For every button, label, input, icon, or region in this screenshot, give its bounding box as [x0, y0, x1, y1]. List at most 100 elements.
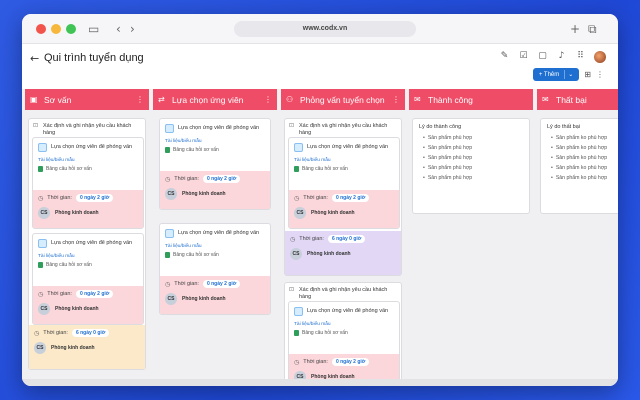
new-tab-icon[interactable]: + [570, 21, 580, 37]
document-item[interactable]: Bảng câu hỏi sơ vấn [289, 327, 399, 336]
card-title[interactable]: Lựa chọn ứng viên để phỏng vấn [307, 308, 388, 314]
reason-item[interactable]: • Sản phẩm ko phù hợp [551, 135, 618, 141]
add-dropdown-icon[interactable]: ⌄ [568, 71, 573, 78]
task-card[interactable]: Lựa chọn ứng viên để phỏng vấn Tài liệu/b… [288, 301, 400, 386]
bullet-icon: • [423, 135, 425, 141]
owner-name: Phòng kinh doanh [182, 191, 226, 197]
document-item[interactable]: Bảng câu hỏi sơ vấn [160, 249, 270, 258]
documents-link[interactable]: Tài liệu/biểu mẫu [160, 137, 270, 144]
url-bar[interactable]: www.codx.vn [234, 21, 416, 37]
time-row: ◷ Thời gian: 0 ngày 2 giờ [165, 175, 265, 183]
board-column: ▣ Sơ vấn ⋮ ⊡ Xác định và ghi nhận yêu cầu kh… [25, 89, 149, 379]
fail-reasons-box: Lý do thất bại • Sản phẩm ko phù hợp • Sản p… [540, 118, 618, 214]
card-footer: ◷ Thời gian: 0 ngày 2 giờ CS Phòng kinh doan… [289, 190, 399, 228]
reason-item[interactable]: • Sản phẩm ko phù hợp [551, 155, 618, 161]
reason-item[interactable]: • Sản phẩm phù hợp [423, 145, 523, 151]
reason-item[interactable]: • Sản phẩm phù hợp [423, 165, 523, 171]
back-arrow-icon[interactable]: ← [30, 52, 39, 65]
back-nav-icon[interactable]: ‹ [116, 21, 121, 37]
owner-avatar[interactable]: CS [165, 293, 177, 305]
task-group[interactable]: ⊡ Xác định và ghi nhận yêu cầu khách hàng… [284, 118, 402, 276]
column-title: Thành công [428, 94, 473, 105]
forward-nav-icon[interactable]: › [130, 21, 135, 37]
time-badge: 6 ngày 0 giờ [71, 329, 110, 337]
column-more-icon[interactable]: ⋮ [264, 95, 272, 104]
card-title[interactable]: Lựa chọn ứng viên để phỏng vấn [51, 144, 132, 150]
chat-icon[interactable]: ▢ [537, 51, 548, 63]
maximize-window-dot[interactable] [66, 24, 76, 34]
owner-row: CS Phòng kinh doanh [38, 207, 138, 219]
apps-grid-icon[interactable]: ⠿ [575, 51, 586, 63]
document-item[interactable]: Bảng câu hỏi sơ vấn [289, 163, 399, 172]
reason-text: Sản phẩm phù hợp [427, 145, 473, 151]
owner-name: Phòng kinh doanh [51, 345, 95, 351]
owner-avatar[interactable]: CS [165, 188, 177, 200]
board-column: ✉ Thất bại Lý do thất bại • Sản phẩm ko phù … [537, 89, 618, 379]
reason-item[interactable]: • Sản phẩm phù hợp [423, 135, 523, 141]
task-group[interactable]: ⊡ Xác định và ghi nhận yêu cầu khách hàng… [284, 282, 402, 386]
column-more-icon[interactable]: ⋮ [392, 95, 400, 104]
card-title[interactable]: Lựa chọn ứng viên để phỏng vấn [51, 240, 132, 246]
owner-avatar[interactable]: CS [38, 207, 50, 219]
time-label: Thời gian: [43, 330, 68, 336]
owner-row: CS Phòng kinh doanh [290, 248, 396, 260]
time-badge: 0 ngày 2 giờ [331, 358, 370, 366]
minimize-window-dot[interactable] [51, 24, 61, 34]
task-card[interactable]: Lựa chọn ứng viên để phỏng vấn Tài liệu/b… [159, 118, 271, 210]
document-name: Bảng câu hỏi sơ vấn [302, 330, 348, 336]
horizontal-scrollbar[interactable] [22, 379, 618, 386]
document-name: Bảng câu hỏi sơ vấn [46, 166, 92, 172]
task-group[interactable]: ⊡ Xác định và ghi nhận yêu cầu khách hàng… [28, 118, 146, 370]
document-item[interactable]: Bảng câu hỏi sơ vấn [33, 163, 143, 172]
sheet-file-icon [165, 147, 170, 153]
column-header[interactable]: ✉ Thành công [409, 89, 533, 110]
column-header[interactable]: ✉ Thất bại [537, 89, 618, 110]
column-header[interactable]: ⇄ Lựa chọn ứng viên ⋮ [153, 89, 277, 110]
bullet-icon: • [551, 175, 553, 181]
bullet-icon: • [551, 155, 553, 161]
documents-link[interactable]: Tài liệu/biểu mẫu [160, 242, 270, 249]
task-card[interactable]: Lựa chọn ứng viên để phỏng vấn Tài liệu/b… [32, 233, 144, 325]
more-options-icon[interactable]: ⋮ [596, 70, 604, 79]
reason-item[interactable]: • Sản phẩm phù hợp [423, 155, 523, 161]
user-avatar[interactable] [594, 51, 606, 63]
reason-item[interactable]: • Sản phẩm ko phù hợp [551, 145, 618, 151]
document-item[interactable]: Bảng câu hỏi sơ vấn [160, 144, 270, 153]
edit-icon[interactable]: ✎ [499, 51, 510, 63]
bell-icon[interactable]: ♪ [556, 51, 567, 63]
owner-avatar[interactable]: CS [294, 207, 306, 219]
reason-item[interactable]: • Sản phẩm ko phù hợp [551, 175, 618, 181]
column-header[interactable]: ⚇ Phỏng vấn tuyển chọn ⋮ [281, 89, 405, 110]
reason-item[interactable]: • Sản phẩm phù hợp [423, 175, 523, 181]
card-title[interactable]: Lựa chọn ứng viên để phỏng vấn [178, 230, 259, 236]
documents-link[interactable]: Tài liệu/biểu mẫu [33, 156, 143, 163]
tabs-overview-icon[interactable]: ⧉ [588, 21, 597, 37]
view-grid-icon[interactable]: ⊞ [584, 70, 591, 79]
close-window-dot[interactable] [36, 24, 46, 34]
sheet-file-icon [38, 166, 43, 172]
card-title[interactable]: Lựa chọn ứng viên để phỏng vấn [178, 125, 259, 131]
column-more-icon[interactable]: ⋮ [136, 95, 144, 104]
owner-name: Phòng kinh doanh [55, 306, 99, 312]
sidebar-toggle-icon[interactable]: ▭ [88, 21, 99, 37]
owner-avatar[interactable]: CS [290, 248, 302, 260]
task-card[interactable]: Lựa chọn ứng viên để phỏng vấn Tài liệu/b… [32, 137, 144, 229]
add-button[interactable]: + Thêm ⌄ [532, 68, 580, 81]
task-card[interactable]: Lựa chọn ứng viên để phỏng vấn Tài liệu/b… [288, 137, 400, 229]
document-item[interactable]: Bảng câu hỏi sơ vấn [33, 259, 143, 268]
document-name: Bảng câu hỏi sơ vấn [46, 262, 92, 268]
task-type-icon [294, 142, 303, 152]
documents-link[interactable]: Tài liệu/biểu mẫu [33, 252, 143, 259]
card-title[interactable]: Lựa chọn ứng viên để phỏng vấn [307, 144, 388, 150]
documents-link[interactable]: Tài liệu/biểu mẫu [289, 320, 399, 327]
documents-link[interactable]: Tài liệu/biểu mẫu [289, 156, 399, 163]
checklist-icon[interactable]: ☑ [518, 51, 529, 63]
owner-avatar[interactable]: CS [34, 342, 46, 354]
column-header[interactable]: ▣ Sơ vấn ⋮ [25, 89, 149, 110]
owner-avatar[interactable]: CS [38, 303, 50, 315]
task-card[interactable]: Lựa chọn ứng viên để phỏng vấn Tài liệu/b… [159, 223, 271, 315]
task-type-icon [38, 142, 47, 152]
owner-row: CS Phòng kinh doanh [34, 342, 140, 354]
header-icons: ✎ ☑ ▢ ♪ ⠿ [499, 51, 606, 63]
reason-item[interactable]: • Sản phẩm ko phù hợp [551, 165, 618, 171]
